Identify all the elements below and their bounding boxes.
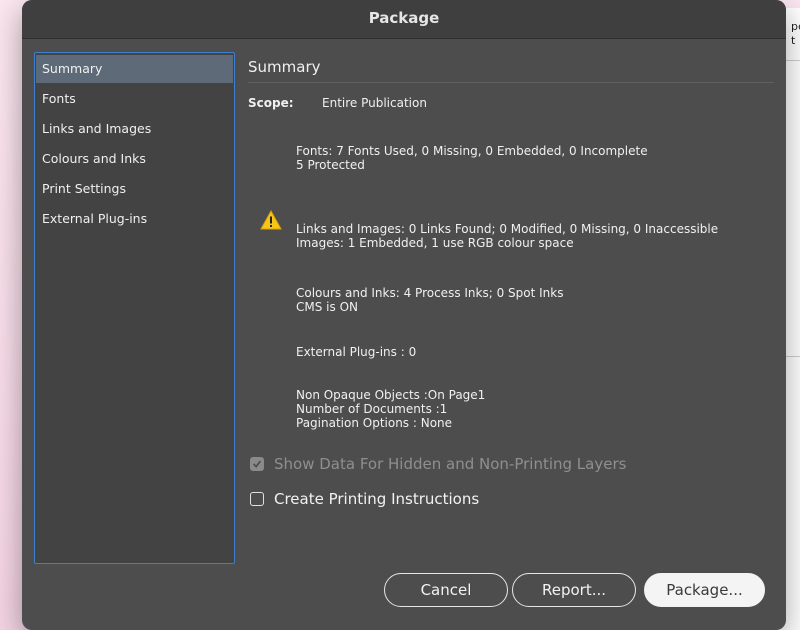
package-button[interactable]: Package... [644,573,765,607]
colours-summary: Colours and Inks: 4 Process Inks; 0 Spot… [296,286,563,314]
sidebar-item-print-settings[interactable]: Print Settings [36,175,233,203]
report-button[interactable]: Report... [512,573,636,607]
package-dialog: Package Summary Fonts Links and Images C… [22,0,786,630]
sidebar-item-colours-and-inks[interactable]: Colours and Inks [36,145,233,173]
cancel-button[interactable]: Cancel [384,573,508,607]
links-summary-line: Images: 1 Embedded, 1 use RGB colour spa… [296,236,574,250]
fonts-summary: Fonts: 7 Fonts Used, 0 Missing, 0 Embedd… [296,144,648,172]
show-hidden-layers-label: Show Data For Hidden and Non-Printing La… [274,455,627,473]
scope-label: Scope: [248,96,294,110]
section-title: Summary [248,58,321,76]
plugins-summary-line: External Plug-ins : 0 [296,345,417,359]
colours-summary-line: Colours and Inks: 4 Process Inks; 0 Spot… [296,286,564,300]
background-text-fragment: pe [791,20,800,33]
sidebar-item-summary[interactable]: Summary [36,55,233,83]
colours-summary-line: CMS is ON [296,300,358,314]
misc-summary-line: Pagination Options : None [296,416,453,430]
misc-summary-line: Non Opaque Objects :On Page1 [296,388,486,402]
sidebar-item-links-and-images[interactable]: Links and Images [36,115,233,143]
create-printing-instructions-checkbox[interactable] [250,492,264,506]
links-summary-line: Links and Images: 0 Links Found; 0 Modif… [296,222,719,236]
sidebar-item-external-plugins[interactable]: External Plug-ins [36,205,233,233]
dialog-titlebar[interactable]: Package [22,0,786,39]
misc-summary: Non Opaque Objects :On Page1 Number of D… [296,388,485,430]
background-text-fragment: t [791,34,796,47]
links-summary: Links and Images: 0 Links Found; 0 Modif… [296,222,718,250]
show-hidden-layers-checkbox [250,457,264,471]
sidebar-item-fonts[interactable]: Fonts [36,85,233,113]
package-sidebar: Summary Fonts Links and Images Colours a… [34,52,235,564]
create-printing-instructions-label[interactable]: Create Printing Instructions [274,489,479,509]
section-divider [248,82,774,83]
fonts-summary-line: 5 Protected [296,158,365,172]
plugins-summary: External Plug-ins : 0 [296,345,416,359]
checkmark-icon [252,460,262,468]
dialog-title: Package [368,9,440,27]
fonts-summary-line: Fonts: 7 Fonts Used, 0 Missing, 0 Embedd… [296,144,648,158]
warning-triangle-icon [260,210,282,230]
misc-summary-line: Number of Documents :1 [296,402,448,416]
scope-value: Entire Publication [322,96,427,110]
